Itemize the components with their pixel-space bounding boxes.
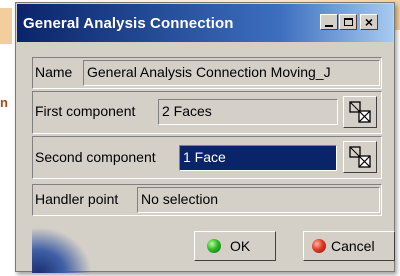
first-component-picker-button[interactable] [343,96,377,128]
title-bar[interactable]: General Analysis Connection × [17,4,393,42]
maximize-button[interactable] [339,14,357,30]
second-component-label: Second component [35,149,156,165]
second-component-picker-button[interactable] [343,141,377,173]
first-component-label: First component [35,103,136,119]
ok-button-label: OK [230,238,251,254]
background-logo-mark [0,8,12,44]
general-analysis-connection-dialog: General Analysis Connection × Name Gener… [15,2,395,273]
ok-button[interactable]: OK [194,231,276,261]
close-icon: × [364,14,374,30]
close-button[interactable]: × [360,14,378,30]
geometry-selection-icon [349,101,371,123]
minimize-icon [325,24,333,27]
cancel-icon [312,239,326,253]
cancel-button-label: Cancel [331,238,375,254]
handler-point-field[interactable]: No selection [137,187,380,213]
name-label: Name [35,64,73,80]
first-component-field[interactable]: 2 Faces [158,99,338,125]
handler-point-label: Handler point [35,191,119,207]
second-component-field[interactable]: 1 Face [179,145,337,171]
catia-logo-swoosh [32,227,92,273]
cancel-button[interactable]: Cancel [303,231,395,261]
background-text: n [0,95,8,110]
maximize-icon [343,18,353,26]
geometry-selection-icon [349,146,371,168]
ok-icon [207,239,221,253]
minimize-button[interactable] [320,14,338,30]
name-field[interactable]: General Analysis Connection Moving_J [83,60,380,86]
window-title: General Analysis Connection [23,15,234,32]
